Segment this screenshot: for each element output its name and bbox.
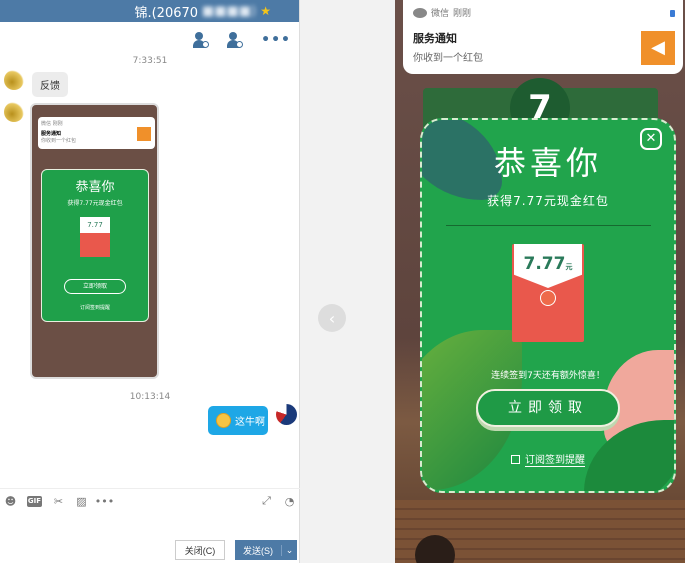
timestamp: 10:13:14: [129, 392, 171, 402]
gif-icon[interactable]: GIF: [27, 495, 42, 507]
card-subtitle: 获得7.77元现金红包: [487, 194, 609, 208]
streak-note: 连续签到7天还有额外惊喜！: [491, 371, 605, 381]
thumb-notif-body: 你收到一个红包: [41, 138, 77, 144]
chat-title: 锦.(20670: [134, 5, 199, 21]
red-envelope: 7.77元: [512, 244, 584, 342]
avatar[interactable]: [4, 70, 24, 90]
more-icon[interactable]: •••: [261, 32, 291, 48]
smiley-emoji-icon: [216, 413, 231, 428]
thumb-notif-app: 微信 刚刚: [41, 121, 63, 127]
self-avatar[interactable]: [276, 404, 297, 425]
avatar[interactable]: [4, 102, 24, 122]
notif-time: 刚刚: [453, 9, 472, 19]
notif-title: 服务通知: [413, 32, 457, 45]
thumb-card-title: 恭喜你: [75, 180, 115, 195]
subscribe-reminder[interactable]: 订阅签到提醒: [422, 451, 674, 467]
thumb-card-sub: 获得7.77元现金红包: [67, 200, 123, 207]
message-text: 这牛啊: [235, 417, 265, 428]
emoji-icon[interactable]: ☻: [4, 495, 17, 508]
image-icon[interactable]: ▨: [75, 495, 88, 508]
claim-button[interactable]: 立即领取: [476, 389, 620, 427]
amount-unit: 元: [565, 263, 573, 271]
image-message[interactable]: 微信 刚刚 服务通知 你收到一个红包 恭喜你 获得7.77元现金红包 7.77 …: [30, 103, 159, 379]
chevron-down-icon[interactable]: ⌄: [281, 544, 297, 556]
more-tools-icon[interactable]: •••: [95, 495, 114, 508]
badge-icon: [670, 10, 675, 17]
send-label: 发送(S): [243, 545, 273, 556]
add-contact-icon[interactable]: [193, 32, 210, 48]
megaphone-icon: [137, 127, 151, 141]
thumb-card: 恭喜你 获得7.77元现金红包 7.77 立即领取 订阅签到提醒: [41, 169, 149, 322]
divider: [445, 225, 651, 226]
timestamp: 7:33:51: [132, 56, 168, 66]
notif-body: 你收到一个红包: [413, 53, 483, 64]
message-bubble: 反馈: [32, 72, 68, 97]
red-packet-card: ✕ 恭喜你 获得7.77元现金红包 7.77元 连续签到7天还有额外惊喜！ 立即…: [420, 118, 676, 493]
expand-icon[interactable]: ⤢: [260, 494, 273, 508]
history-clock-icon[interactable]: ◔: [283, 495, 296, 508]
subscribe-label: 订阅签到提醒: [525, 451, 585, 467]
checkbox[interactable]: [511, 454, 520, 464]
redacted-text: ■■■■): [202, 3, 257, 19]
close-button[interactable]: 关闭(C): [175, 540, 225, 560]
notification-banner[interactable]: 微信 刚刚 服务通知 你收到一个红包 ◀: [403, 0, 683, 74]
send-button[interactable]: 发送(S) ⌄: [235, 540, 297, 560]
thumb-subscribe: 订阅签到提醒: [79, 305, 110, 311]
star-icon[interactable]: ★: [260, 4, 271, 18]
thumb-claim: 立即领取: [64, 279, 126, 294]
previous-image-button[interactable]: ‹: [318, 304, 346, 332]
coin-icon: [540, 290, 556, 306]
thumb-amount: 7.77: [80, 217, 110, 233]
amount: 7.77: [523, 254, 566, 274]
wechat-icon: [413, 7, 427, 18]
scissors-icon[interactable]: ✂: [52, 495, 65, 508]
thumb-envelope: 7.77: [80, 217, 110, 257]
card-title: 恭喜你: [493, 144, 602, 182]
thumb-notification: 微信 刚刚 服务通知 你收到一个红包: [38, 117, 155, 149]
input-toolbar: ☻ GIF ✂ ▨ ••• ⤢ ◔: [0, 488, 300, 513]
sent-message-bubble: 这牛啊: [208, 406, 268, 435]
screenshot-image: 7 微信 刚刚 服务通知 你收到一个红包 ◀ ✕ 恭喜你 获得7.77元现金红包 …: [395, 0, 685, 563]
thumb-notif-title: 服务通知: [41, 131, 62, 137]
chat-window: 锦.(20670 ■■■■) ★ ••• 7:33:51 反馈 微信 刚刚 服务…: [0, 0, 300, 563]
block-contact-icon[interactable]: [227, 32, 244, 48]
notif-app: 微信: [431, 9, 450, 19]
megaphone-icon: ◀: [641, 31, 675, 65]
chat-tools: •••: [193, 32, 291, 48]
chat-title-bar: 锦.(20670 ■■■■) ★: [0, 0, 299, 22]
